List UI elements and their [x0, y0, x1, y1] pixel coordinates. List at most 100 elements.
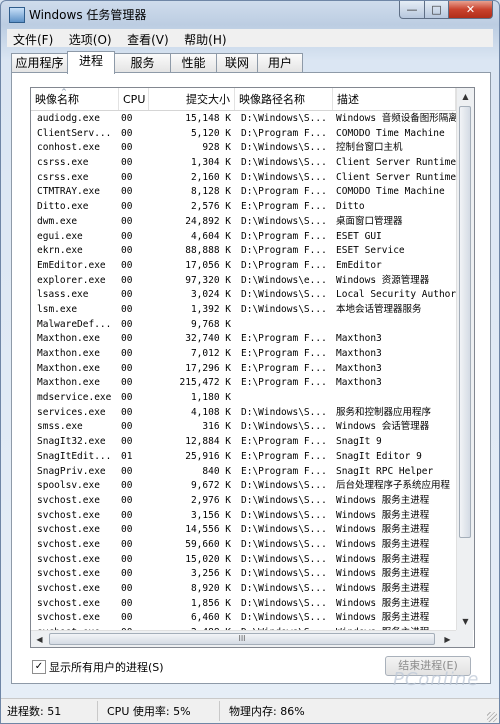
- column-image-path[interactable]: 映像路径名称: [235, 88, 333, 110]
- row-commit-size: 2,160 K: [190, 171, 231, 183]
- row-image-name: mdservice.exe: [37, 392, 112, 404]
- row-cpu: 00: [121, 318, 133, 330]
- table-row[interactable]: svchost.exe 00 2,976 K D:\Windows\S... Windo…: [31, 494, 456, 509]
- menu-help[interactable]: 帮助(H): [178, 29, 232, 48]
- tab-performance[interactable]: 性能: [170, 53, 217, 73]
- resize-grip-icon[interactable]: [487, 712, 497, 722]
- tab-users[interactable]: 用户: [257, 53, 303, 73]
- row-commit-size: 8,920 K: [190, 583, 231, 594]
- table-row[interactable]: Maxthon.exe 00 17,296 K E:\Program F... Maxt…: [31, 362, 456, 377]
- scroll-up-icon[interactable]: ▲: [457, 88, 474, 105]
- row-cpu: 00: [121, 509, 133, 521]
- scroll-right-icon[interactable]: ▶: [439, 631, 456, 647]
- vertical-scroll-thumb[interactable]: [459, 106, 471, 538]
- table-row[interactable]: svchost.exe 00 59,660 K D:\Windows\S... Wind…: [31, 538, 456, 553]
- scrollbar-corner: [456, 630, 473, 647]
- row-image-path: D:\Windows\S...: [241, 553, 327, 565]
- menu-view[interactable]: 查看(V): [121, 29, 175, 48]
- row-cpu: 00: [121, 436, 133, 448]
- menu-options[interactable]: 选项(O): [63, 29, 118, 48]
- table-row[interactable]: SnagPriv.exe 00 840 K E:\Program F... SnagIt…: [31, 465, 456, 480]
- table-row[interactable]: ekrn.exe 00 88,888 K D:\Program F... ESET Se…: [31, 244, 456, 259]
- row-image-path: D:\Windows\S...: [241, 612, 327, 624]
- menu-file[interactable]: 文件(F): [7, 29, 59, 48]
- row-image-name: conhost.exe: [37, 142, 100, 154]
- watermark-logo: PConline: [393, 669, 480, 690]
- scroll-left-icon[interactable]: ◀: [31, 631, 48, 647]
- row-cpu: 00: [121, 494, 133, 506]
- table-row[interactable]: svchost.exe 00 3,256 K D:\Windows\S... Windo…: [31, 567, 456, 582]
- show-all-users-label[interactable]: 显示所有用户的进程(S): [49, 659, 164, 675]
- row-commit-size: 1,180 K: [190, 392, 231, 404]
- table-row[interactable]: svchost.exe 00 15,020 K D:\Windows\S... Wind…: [31, 553, 456, 568]
- row-cpu: 00: [121, 538, 133, 550]
- horizontal-scrollbar[interactable]: ◀ III ▶: [31, 630, 456, 647]
- table-row[interactable]: Ditto.exe 00 2,576 K E:\Program F... Ditto: [31, 200, 456, 215]
- row-image-name: svchost.exe: [37, 494, 100, 506]
- scroll-down-icon[interactable]: ▼: [457, 613, 474, 630]
- row-image-path: [241, 391, 329, 406]
- tab-applications[interactable]: 应用程序: [11, 53, 68, 73]
- table-row[interactable]: csrss.exe 00 2,160 K D:\Windows\S... Client …: [31, 171, 456, 186]
- row-description: EmEditor: [336, 259, 382, 271]
- table-row[interactable]: Maxthon.exe 00 7,012 K E:\Program F... Maxth…: [31, 347, 456, 362]
- row-image-name: Ditto.exe: [37, 201, 89, 213]
- table-row[interactable]: EmEditor.exe 00 17,056 K D:\Program F... EmE…: [31, 259, 456, 274]
- row-image-path: D:\Windows\S...: [241, 524, 327, 536]
- table-row[interactable]: explorer.exe 00 97,320 K D:\Windows\e... Win…: [31, 274, 456, 289]
- table-row[interactable]: svchost.exe 00 3,156 K D:\Windows\S... Windo…: [31, 509, 456, 524]
- title-bar[interactable]: Windows 任务管理器 — □ ✕: [1, 1, 499, 27]
- table-row[interactable]: Maxthon.exe 00 32,740 K E:\Program F... Maxt…: [31, 332, 456, 347]
- minimize-button[interactable]: —: [399, 1, 425, 19]
- vertical-scrollbar[interactable]: ▲ ▼: [456, 88, 474, 630]
- table-row[interactable]: SnagIt32.exe 00 12,884 K E:\Program F... Sna…: [31, 435, 456, 450]
- table-row[interactable]: svchost.exe 00 14,556 K D:\Windows\S... Wind…: [31, 523, 456, 538]
- row-cpu: 00: [121, 289, 133, 301]
- table-row[interactable]: spoolsv.exe 00 9,672 K D:\Windows\S... 后台处理程…: [31, 479, 456, 494]
- tab-networking[interactable]: 联网: [216, 53, 258, 73]
- table-row[interactable]: audiodg.exe 00 15,148 K D:\Windows\S... Wind…: [31, 112, 456, 127]
- table-row[interactable]: conhost.exe 00 928 K D:\Windows\S... 控制台窗口主机: [31, 141, 456, 156]
- table-row[interactable]: csrss.exe 00 1,304 K D:\Windows\S... Client …: [31, 156, 456, 171]
- row-image-name: explorer.exe: [37, 274, 106, 286]
- tab-processes[interactable]: 进程: [67, 51, 115, 74]
- table-row[interactable]: svchost.exe 00 6,460 K D:\Windows\S... Windo…: [31, 611, 456, 626]
- table-row[interactable]: svchost.exe 00 8,920 K D:\Windows\S... Windo…: [31, 582, 456, 597]
- table-row[interactable]: CTMTRAY.exe 00 8,128 K D:\Program F... COMOD…: [31, 185, 456, 200]
- table-row[interactable]: mdservice.exe 00 1,180 K: [31, 391, 456, 406]
- row-commit-size: 316 K: [202, 421, 231, 433]
- row-description: [336, 318, 456, 333]
- close-button[interactable]: ✕: [448, 1, 493, 19]
- horizontal-scroll-thumb[interactable]: III: [49, 633, 435, 645]
- table-row[interactable]: SnagItEdit... 01 25,916 K E:\Program F... Sn…: [31, 450, 456, 465]
- table-row[interactable]: dwm.exe 00 24,892 K D:\Windows\S... 桌面窗口管理器: [31, 215, 456, 230]
- status-process-count: 进程数: 51: [7, 705, 62, 718]
- row-cpu: 00: [121, 274, 133, 286]
- process-list[interactable]: ^ 映像名称 CPU 提交大小 映像路径名称 描述 audiodg.exe 00 1…: [30, 87, 475, 648]
- row-description: Ditto: [336, 201, 365, 213]
- row-image-path: D:\Windows\S...: [241, 215, 327, 227]
- row-commit-size: 15,148 K: [185, 113, 231, 124]
- table-row[interactable]: ClientServ... 00 5,120 K D:\Program F... COM…: [31, 127, 456, 142]
- column-image-name[interactable]: ^ 映像名称: [31, 88, 119, 110]
- maximize-button[interactable]: □: [424, 1, 449, 19]
- row-image-name: Maxthon.exe: [37, 333, 100, 345]
- show-all-users-checkbox[interactable]: ✓: [32, 660, 46, 674]
- column-description[interactable]: 描述: [333, 88, 456, 110]
- row-image-name: dwm.exe: [37, 215, 78, 227]
- table-row[interactable]: lsass.exe 00 3,024 K D:\Windows\S... Local S…: [31, 288, 456, 303]
- tab-services[interactable]: 服务: [114, 53, 171, 73]
- table-row[interactable]: services.exe 00 4,108 K D:\Windows\S... 服务和控…: [31, 406, 456, 421]
- table-row[interactable]: Maxthon.exe 00 215,472 K E:\Program F... Max…: [31, 376, 456, 391]
- row-cpu: 00: [121, 303, 133, 315]
- row-image-name: SnagIt32.exe: [37, 436, 106, 448]
- row-description: 后台处理程序子系统应用程: [336, 480, 451, 492]
- column-cpu[interactable]: CPU: [119, 88, 149, 110]
- table-row[interactable]: egui.exe 00 4,604 K D:\Program F... ESET GUI: [31, 230, 456, 245]
- table-row[interactable]: lsm.exe 00 1,392 K D:\Windows\S... 本地会话管理器服务: [31, 303, 456, 318]
- column-commit-size[interactable]: 提交大小: [149, 88, 235, 110]
- row-image-name: svchost.exe: [37, 553, 100, 565]
- table-row[interactable]: svchost.exe 00 1,856 K D:\Windows\S... Windo…: [31, 597, 456, 612]
- table-row[interactable]: MalwareDef... 00 9,768 K: [31, 318, 456, 333]
- table-row[interactable]: smss.exe 00 316 K D:\Windows\S... Windows 会话…: [31, 420, 456, 435]
